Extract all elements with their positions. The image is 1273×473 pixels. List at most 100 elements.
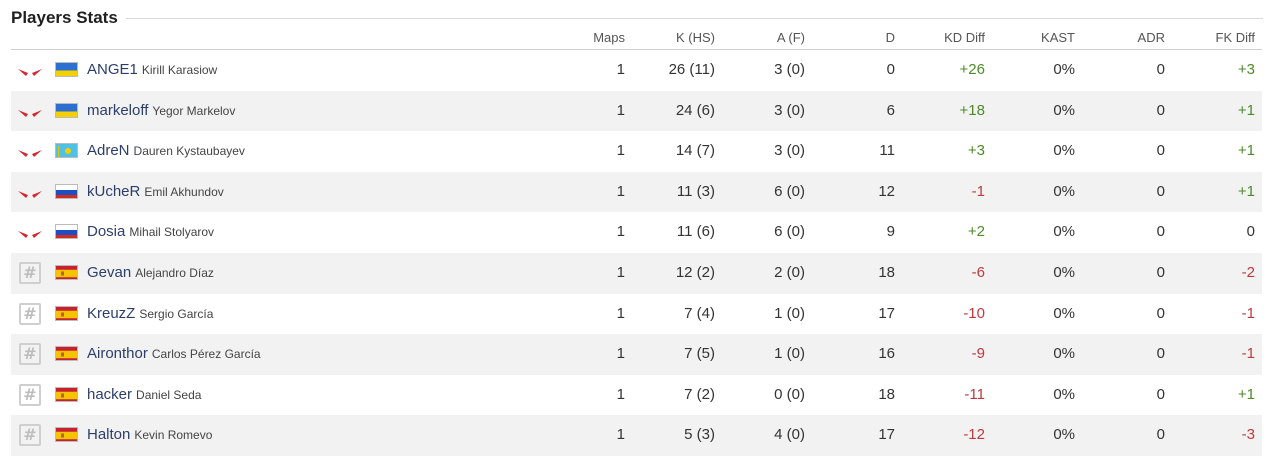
maps-cell: 1 <box>616 385 625 403</box>
flag-es-icon <box>55 264 78 280</box>
table-row[interactable]: # Aironthor Carlos Pérez García 1 7 (5) 1 (0)… <box>11 334 1262 375</box>
player-nickname: ANGE1 <box>87 61 138 78</box>
deaths-cell: 11 <box>879 142 895 160</box>
player-link[interactable]: Aironthor Carlos Pérez García <box>87 334 261 374</box>
kd-diff-cell: +18 <box>959 101 985 119</box>
flag-es-icon <box>55 386 78 402</box>
adr-cell: 0 <box>1156 182 1165 200</box>
deaths-cell: 6 <box>886 101 895 119</box>
flag-es-icon <box>55 427 78 443</box>
maps-cell: 1 <box>616 101 625 119</box>
adr-cell: 0 <box>1156 61 1165 78</box>
adr-cell: 0 <box>1156 385 1165 403</box>
player-real-name: Emil Akhundov <box>144 184 224 199</box>
player-link[interactable]: Dosia Mihail Stolyarov <box>87 212 214 252</box>
title-row: Players Stats <box>11 6 1263 30</box>
kast-cell: 0% <box>1053 61 1075 78</box>
table-row[interactable]: ANGE1 Kirill Karasiow 1 26 (11) 3 (0) 0 +26 0% 0… <box>11 50 1262 91</box>
player-nickname: hacker <box>87 385 133 403</box>
flag-es-icon <box>55 305 78 321</box>
fk-diff-cell: 0 <box>1246 223 1255 241</box>
assists-cell: 6 (0) <box>774 223 805 241</box>
adr-cell: 0 <box>1156 426 1165 444</box>
maps-cell: 1 <box>616 426 625 444</box>
table-row[interactable]: markeloff Yegor Markelov 1 24 (6) 3 (0) 6 +18 0… <box>11 90 1262 132</box>
adr-cell: 0 <box>1156 101 1165 119</box>
kast-cell: 0% <box>1053 304 1075 322</box>
fk-diff-cell: -2 <box>1241 263 1255 281</box>
kd-diff-cell: +3 <box>967 142 985 160</box>
table-row[interactable]: # KreuzZ Sergio García 1 7 (4) 1 (0) 17 -10 0% 0 -… <box>11 294 1262 335</box>
deaths-cell: 18 <box>878 385 895 403</box>
header-adr[interactable]: ADR <box>1105 28 1165 48</box>
player-nickname: Dosia <box>87 223 126 241</box>
player-link[interactable]: hacker Daniel Seda <box>87 375 201 415</box>
adr-cell: 0 <box>1156 223 1165 241</box>
deaths-cell: 17 <box>878 304 895 322</box>
header-assists[interactable]: A (F) <box>751 28 805 48</box>
player-link[interactable]: Halton Kevin Romevo <box>87 415 212 455</box>
hash-icon: # <box>19 302 41 325</box>
kd-diff-cell: +2 <box>967 223 985 241</box>
header-maps[interactable]: Maps <box>571 28 625 48</box>
kast-cell: 0% <box>1053 426 1075 444</box>
maps-cell: 1 <box>616 182 625 200</box>
hash-icon: # <box>19 343 41 366</box>
table-row[interactable]: kUcheR Emil Akhundov 1 11 (3) 6 (0) 12 -1 0% 0 +1 <box>11 171 1262 213</box>
kd-diff-cell: -11 <box>964 385 985 403</box>
player-rows: ANGE1 Kirill Karasiow 1 26 (11) 3 (0) 0 +26 0% 0… <box>11 50 1262 456</box>
kills-cell: 24 (6) <box>675 101 715 119</box>
player-nickname: kUcheR <box>87 182 141 200</box>
adr-cell: 0 <box>1156 345 1165 363</box>
kd-diff-cell: -12 <box>963 426 985 444</box>
header-deaths[interactable]: D <box>841 28 895 48</box>
header-fk-diff[interactable]: FK Diff <box>1195 28 1256 48</box>
deaths-cell: 16 <box>878 345 895 363</box>
player-real-name: Dauren Kystaubayev <box>133 144 245 159</box>
kast-cell: 0% <box>1053 263 1075 281</box>
deaths-cell: 17 <box>878 426 895 444</box>
table-row[interactable]: AdreN Dauren Kystaubayev 1 14 (7) 3 (0) 11 +3 0… <box>11 131 1262 172</box>
kast-cell: 0% <box>1053 385 1075 403</box>
header-kd-diff[interactable]: KD Diff <box>915 28 985 48</box>
table-header: Maps K (HS) A (F) D KD Diff KAST ADR FK … <box>11 28 1262 48</box>
deaths-cell: 0 <box>886 61 895 78</box>
maps-cell: 1 <box>616 345 625 363</box>
table-row[interactable]: # Gevan Alejandro Díaz 1 12 (2) 2 (0) 18 -6 0% 0 -… <box>11 252 1262 294</box>
maps-cell: 1 <box>616 304 625 322</box>
player-link[interactable]: markeloff Yegor Markelov <box>87 91 235 131</box>
assists-cell: 3 (0) <box>774 101 805 119</box>
header-kills[interactable]: K (HS) <box>651 28 715 48</box>
kast-cell: 0% <box>1053 345 1075 363</box>
fk-diff-cell: +1 <box>1237 385 1255 403</box>
assists-cell: 1 (0) <box>774 345 805 363</box>
player-link[interactable]: Gevan Alejandro Díaz <box>87 253 214 293</box>
header-kast[interactable]: KAST <box>1015 28 1075 48</box>
player-link[interactable]: AdreN Dauren Kystaubayev <box>87 131 245 171</box>
team-logo-icon <box>17 222 43 244</box>
flag-ru-icon <box>55 183 78 199</box>
player-real-name: Yegor Markelov <box>152 103 236 118</box>
table-row[interactable]: # hacker Daniel Seda 1 7 (2) 0 (0) 18 -11 0% 0 +1 <box>11 375 1262 416</box>
player-link[interactable]: ANGE1 Kirill Karasiow <box>87 50 217 90</box>
hash-icon: # <box>19 424 41 447</box>
table-row[interactable]: Dosia Mihail Stolyarov 1 11 (6) 6 (0) 9 +2 0% 0 0 <box>11 212 1262 253</box>
player-link[interactable]: KreuzZ Sergio García <box>87 294 213 334</box>
fk-diff-cell: -3 <box>1241 426 1255 444</box>
player-link[interactable]: kUcheR Emil Akhundov <box>87 172 224 212</box>
player-nickname: KreuzZ <box>87 304 136 322</box>
player-real-name: Daniel Seda <box>136 387 202 402</box>
player-real-name: Carlos Pérez García <box>151 347 261 362</box>
flag-ua-icon <box>55 102 78 118</box>
assists-cell: 3 (0) <box>774 142 805 160</box>
adr-cell: 0 <box>1156 263 1165 281</box>
team-logo-icon <box>17 60 43 82</box>
assists-cell: 0 (0) <box>774 385 805 403</box>
flag-ru-icon <box>55 224 78 240</box>
assists-cell: 1 (0) <box>774 304 805 322</box>
table-row[interactable]: # Halton Kevin Romevo 1 5 (3) 4 (0) 17 -12 0% 0 -3 <box>11 415 1262 456</box>
player-real-name: Sergio García <box>139 306 214 321</box>
player-nickname: AdreN <box>87 142 130 160</box>
player-real-name: Mihail Stolyarov <box>129 225 215 240</box>
player-real-name: Kevin Romevo <box>134 428 213 443</box>
